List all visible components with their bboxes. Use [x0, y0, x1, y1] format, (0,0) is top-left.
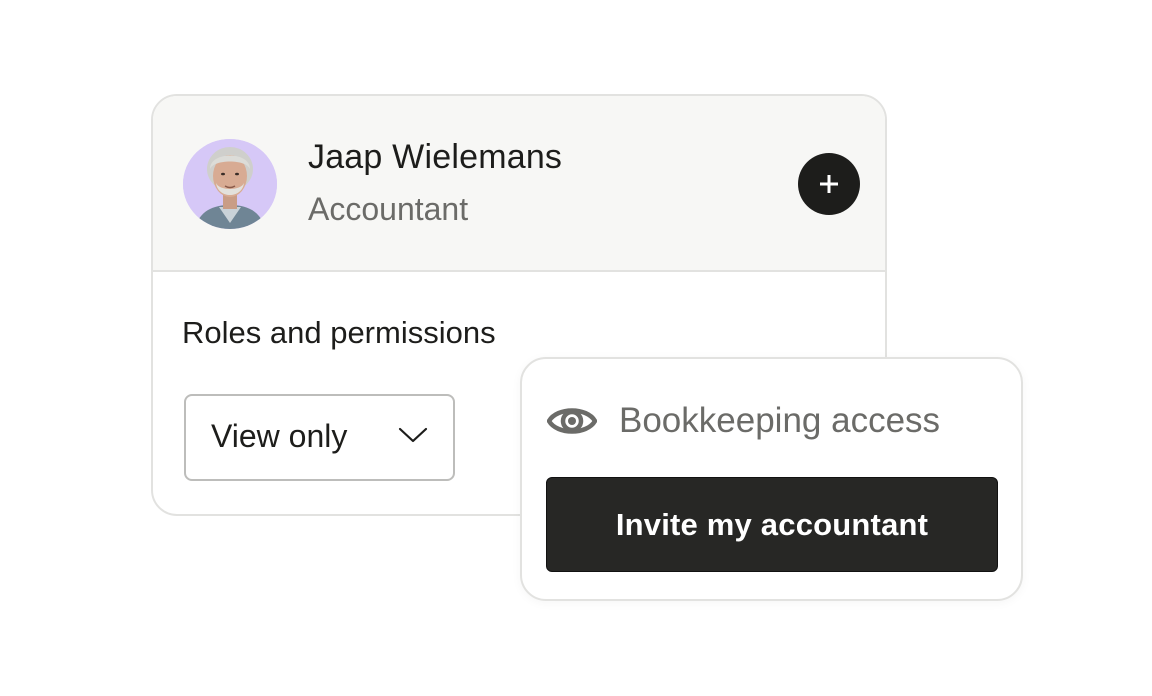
card-header: Jaap Wielemans Accountant — [153, 96, 885, 272]
permission-select-value: View only — [211, 418, 348, 454]
plus-icon — [820, 175, 838, 193]
chevron-down-icon — [398, 427, 428, 443]
access-label: Bookkeeping access — [619, 401, 941, 440]
add-button[interactable] — [798, 153, 860, 215]
person-name: Jaap Wielemans — [308, 138, 563, 176]
person-role: Accountant — [308, 191, 469, 227]
invite-accountant-button[interactable]: Invite my accountant — [546, 477, 998, 572]
invite-popover: Bookkeeping access Invite my accountant — [520, 357, 1023, 601]
permission-select[interactable]: View only — [184, 394, 455, 481]
avatar — [183, 139, 277, 229]
eye-icon — [547, 408, 597, 434]
stage: Jaap Wielemans Accountant Roles and perm… — [0, 0, 1152, 696]
roles-permissions-title: Roles and permissions — [182, 315, 496, 350]
